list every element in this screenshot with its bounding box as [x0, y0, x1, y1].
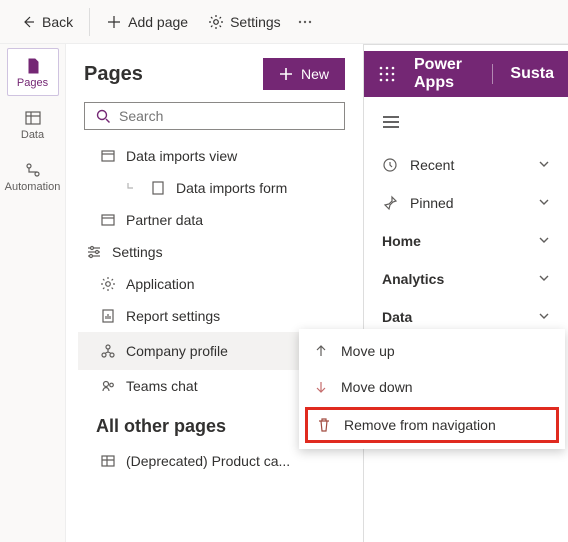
arrow-down-icon — [313, 379, 329, 395]
data-icon — [24, 109, 42, 127]
tree-label: Data imports view — [126, 148, 237, 164]
chevron-down-icon — [538, 195, 550, 211]
overflow-button[interactable] — [293, 8, 317, 36]
tree-item[interactable]: Data imports view — [78, 140, 357, 172]
chevron-down-icon — [538, 271, 550, 287]
chevron-down-icon — [538, 233, 550, 249]
panel-header: Pages New — [66, 44, 363, 102]
ctx-move-up[interactable]: Move up — [299, 333, 565, 369]
form-view-icon — [100, 212, 116, 228]
separator — [492, 64, 493, 84]
form-view-icon — [100, 148, 116, 164]
new-label: New — [301, 66, 329, 82]
ctx-label: Move down — [341, 379, 413, 395]
back-label: Back — [42, 14, 73, 30]
ctx-move-down[interactable]: Move down — [299, 369, 565, 405]
more-icon — [297, 14, 313, 30]
page-icon — [24, 57, 42, 75]
tree-label: Data imports form — [176, 180, 287, 196]
arrow-up-icon — [313, 343, 329, 359]
nav-label: Pinned — [410, 195, 454, 211]
subform-icon — [126, 181, 140, 195]
ctx-remove[interactable]: Remove from navigation — [305, 407, 559, 443]
ctx-label: Move up — [341, 343, 395, 359]
tree-group[interactable]: Settings — [78, 236, 357, 268]
preview-pane: Power Apps Susta Recent Pinned Home Anal… — [364, 44, 568, 542]
trash-icon — [316, 417, 332, 433]
table-icon — [100, 453, 116, 469]
rail-label: Automation — [5, 181, 61, 193]
report-icon — [100, 308, 116, 324]
gear-icon — [208, 14, 224, 30]
nav-label: Recent — [410, 157, 454, 173]
add-page-button[interactable]: Add page — [98, 8, 196, 36]
nav-label: Home — [382, 233, 421, 249]
nav-label: Data — [382, 309, 412, 325]
search-input[interactable] — [119, 108, 334, 124]
form-icon — [150, 180, 166, 196]
tree-label: Settings — [112, 244, 163, 260]
nav-label: Analytics — [382, 271, 444, 287]
nav-pinned[interactable]: Pinned — [376, 184, 556, 222]
panel-title: Pages — [84, 63, 143, 86]
app-header: Power Apps Susta — [364, 51, 568, 97]
plus-icon — [279, 67, 293, 81]
back-button[interactable]: Back — [12, 8, 81, 36]
app-name: Susta — [510, 65, 554, 83]
nav-recent[interactable]: Recent — [376, 146, 556, 184]
tree-label: Teams chat — [126, 378, 198, 394]
nav-analytics[interactable]: Analytics — [376, 260, 556, 298]
org-icon — [100, 343, 116, 359]
tree-label: (Deprecated) Product ca... — [126, 453, 290, 469]
hamburger-icon — [382, 115, 400, 129]
hamburger-button[interactable] — [376, 107, 556, 146]
context-menu: Move up Move down Remove from navigation — [299, 329, 565, 449]
rail-pages[interactable]: Pages — [7, 48, 59, 96]
sliders-icon — [86, 244, 102, 260]
pages-panel: Pages New Data imports view Data imports… — [66, 44, 364, 542]
search-box[interactable] — [84, 102, 345, 130]
tree-item[interactable]: Report settings — [78, 300, 357, 332]
pin-icon — [382, 195, 398, 211]
rail-automation[interactable]: Automation — [7, 152, 59, 200]
rail-label: Pages — [17, 77, 48, 89]
separator — [89, 8, 90, 36]
tree-item[interactable]: Application — [78, 268, 357, 300]
nav-home[interactable]: Home — [376, 222, 556, 260]
chevron-down-icon — [538, 309, 550, 325]
tree-label: Partner data — [126, 212, 203, 228]
new-button[interactable]: New — [263, 58, 345, 90]
tree-item[interactable]: (Deprecated) Product ca... — [78, 445, 357, 477]
teams-icon — [100, 378, 116, 394]
left-rail: Pages Data Automation — [0, 44, 66, 542]
rail-data[interactable]: Data — [7, 100, 59, 148]
command-bar: Back Add page Settings — [0, 0, 568, 44]
brand-label: Power Apps — [414, 56, 474, 92]
rail-label: Data — [21, 129, 44, 141]
add-page-label: Add page — [128, 14, 188, 30]
gear-icon — [100, 276, 116, 292]
tree-label: Company profile — [126, 343, 228, 359]
settings-button[interactable]: Settings — [200, 8, 289, 36]
arrow-left-icon — [20, 14, 36, 30]
waffle-icon[interactable] — [378, 65, 396, 83]
ctx-label: Remove from navigation — [344, 417, 496, 433]
settings-label: Settings — [230, 14, 281, 30]
plus-icon — [106, 14, 122, 30]
automation-icon — [24, 161, 42, 179]
clock-icon — [382, 157, 398, 173]
tree-label: Report settings — [126, 308, 220, 324]
tree-item[interactable]: Data imports form — [78, 172, 357, 204]
chevron-down-icon — [538, 157, 550, 173]
tree-label: Application — [126, 276, 195, 292]
tree-item[interactable]: Partner data — [78, 204, 357, 236]
search-icon — [95, 108, 111, 124]
